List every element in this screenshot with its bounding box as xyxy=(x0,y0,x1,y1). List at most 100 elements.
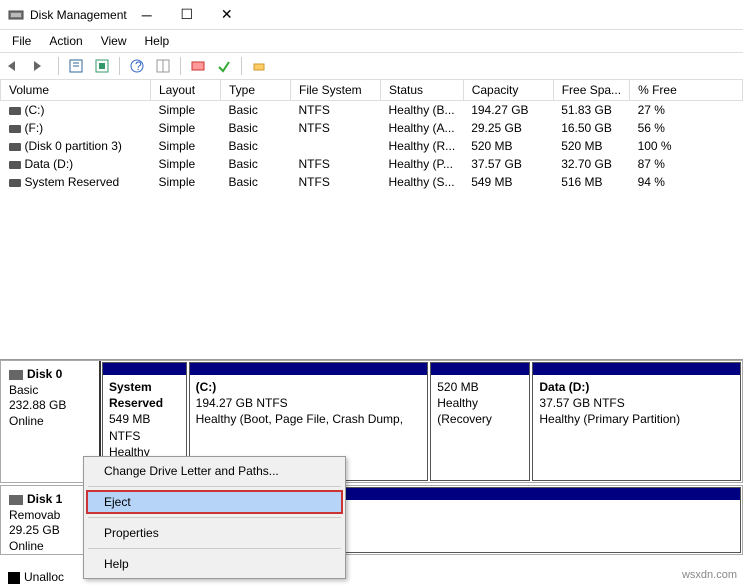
vol-layout: Simple xyxy=(151,137,221,155)
disk1-size: 29.25 GB xyxy=(9,523,76,539)
vol-capacity: 37.57 GB xyxy=(463,155,553,173)
toolbar-icon-3[interactable] xyxy=(152,55,174,77)
disk0-status: Online xyxy=(9,414,91,430)
col-volume[interactable]: Volume xyxy=(1,80,151,101)
ctx-eject[interactable]: Eject xyxy=(86,490,343,514)
vol-name: System Reserved xyxy=(25,175,120,189)
vol-free: 32.70 GB xyxy=(553,155,629,173)
col-pctfree[interactable]: % Free xyxy=(630,80,743,101)
vol-type: Basic xyxy=(221,173,291,191)
volume-icon xyxy=(9,143,21,151)
col-freespace[interactable]: Free Spa... xyxy=(553,80,629,101)
vol-layout: Simple xyxy=(151,155,221,173)
toolbar-icon-1[interactable] xyxy=(65,55,87,77)
table-header-row: Volume Layout Type File System Status Ca… xyxy=(1,80,743,101)
col-status[interactable]: Status xyxy=(381,80,464,101)
vol-fs xyxy=(291,137,381,155)
watermark: wsxdn.com xyxy=(682,569,737,581)
toolbar-icon-6[interactable] xyxy=(248,55,270,77)
vol-pct: 27 % xyxy=(630,101,743,120)
window-controls: ─ ☐ ✕ xyxy=(127,1,247,29)
vol-fs: NTFS xyxy=(291,173,381,191)
volume-icon xyxy=(9,179,21,187)
vol-pct: 56 % xyxy=(630,119,743,137)
vol-type: Basic xyxy=(221,155,291,173)
disk1-name: Disk 1 xyxy=(27,492,62,506)
table-row[interactable]: (Disk 0 partition 3) Simple Basic Health… xyxy=(1,137,743,155)
col-capacity[interactable]: Capacity xyxy=(463,80,553,101)
partition-recovery[interactable]: 520 MB Healthy (Recovery xyxy=(430,362,530,481)
window-title: Disk Management xyxy=(30,8,127,22)
menubar: File Action View Help xyxy=(0,30,743,52)
vol-name: Data (D:) xyxy=(25,157,74,171)
volume-icon xyxy=(9,161,21,169)
ctx-change-drive-letter[interactable]: Change Drive Letter and Paths... xyxy=(86,459,343,483)
disk-icon xyxy=(9,495,23,505)
minimize-button[interactable]: ─ xyxy=(127,1,167,29)
vol-status: Healthy (B... xyxy=(381,101,464,120)
vol-status: Healthy (P... xyxy=(381,155,464,173)
table-row[interactable]: Data (D:) Simple Basic NTFS Healthy (P..… xyxy=(1,155,743,173)
vol-layout: Simple xyxy=(151,101,221,120)
vol-name: (C:) xyxy=(25,103,45,117)
disk0-type: Basic xyxy=(9,383,91,399)
app-icon xyxy=(8,7,24,23)
vol-capacity: 194.27 GB xyxy=(463,101,553,120)
toolbar: ? xyxy=(0,52,743,80)
volume-table: Volume Layout Type File System Status Ca… xyxy=(0,80,743,191)
volume-icon xyxy=(9,107,21,115)
disk0-name: Disk 0 xyxy=(27,367,62,381)
vol-name: (F:) xyxy=(25,121,44,135)
vol-pct: 94 % xyxy=(630,173,743,191)
toolbar-icon-4[interactable] xyxy=(187,55,209,77)
menu-help[interactable]: Help xyxy=(137,32,178,50)
vol-name: (Disk 0 partition 3) xyxy=(25,139,122,153)
menu-file[interactable]: File xyxy=(4,32,39,50)
vol-status: Healthy (A... xyxy=(381,119,464,137)
vol-type: Basic xyxy=(221,119,291,137)
vol-free: 520 MB xyxy=(553,137,629,155)
vol-capacity: 549 MB xyxy=(463,173,553,191)
disk-info-1: Disk 1 Removab 29.25 GB Online xyxy=(1,486,84,554)
table-row[interactable]: (F:) Simple Basic NTFS Healthy (A... 29.… xyxy=(1,119,743,137)
vol-layout: Simple xyxy=(151,119,221,137)
back-icon[interactable] xyxy=(4,55,26,77)
vol-free: 16.50 GB xyxy=(553,119,629,137)
context-menu: Change Drive Letter and Paths... Eject P… xyxy=(83,456,346,579)
ctx-help[interactable]: Help xyxy=(86,552,343,576)
vol-status: Healthy (S... xyxy=(381,173,464,191)
menu-view[interactable]: View xyxy=(93,32,135,50)
vol-pct: 100 % xyxy=(630,137,743,155)
menu-action[interactable]: Action xyxy=(41,32,90,50)
col-type[interactable]: Type xyxy=(221,80,291,101)
disk0-size: 232.88 GB xyxy=(9,398,91,414)
vol-fs: NTFS xyxy=(291,101,381,120)
vol-type: Basic xyxy=(221,137,291,155)
help-icon[interactable]: ? xyxy=(126,55,148,77)
forward-icon[interactable] xyxy=(30,55,52,77)
vol-status: Healthy (R... xyxy=(381,137,464,155)
toolbar-icon-2[interactable] xyxy=(91,55,113,77)
disk1-status: Online xyxy=(9,539,76,555)
vol-free: 516 MB xyxy=(553,173,629,191)
maximize-button[interactable]: ☐ xyxy=(167,1,207,29)
unallocated-label: Unalloc xyxy=(24,570,64,584)
table-row[interactable]: System Reserved Simple Basic NTFS Health… xyxy=(1,173,743,191)
table-row[interactable]: (C:) Simple Basic NTFS Healthy (B... 194… xyxy=(1,101,743,120)
unallocated-icon xyxy=(8,572,20,584)
vol-layout: Simple xyxy=(151,173,221,191)
volume-icon xyxy=(9,125,21,133)
col-layout[interactable]: Layout xyxy=(151,80,221,101)
vol-free: 51.83 GB xyxy=(553,101,629,120)
vol-pct: 87 % xyxy=(630,155,743,173)
vol-capacity: 520 MB xyxy=(463,137,553,155)
partition-d[interactable]: Data (D:) 37.57 GB NTFS Healthy (Primary… xyxy=(532,362,741,481)
toolbar-icon-5[interactable] xyxy=(213,55,235,77)
vol-capacity: 29.25 GB xyxy=(463,119,553,137)
col-filesystem[interactable]: File System xyxy=(291,80,381,101)
close-button[interactable]: ✕ xyxy=(207,1,247,29)
disk1-type: Removab xyxy=(9,508,76,524)
ctx-properties[interactable]: Properties xyxy=(86,521,343,545)
vol-fs: NTFS xyxy=(291,155,381,173)
vol-fs: NTFS xyxy=(291,119,381,137)
